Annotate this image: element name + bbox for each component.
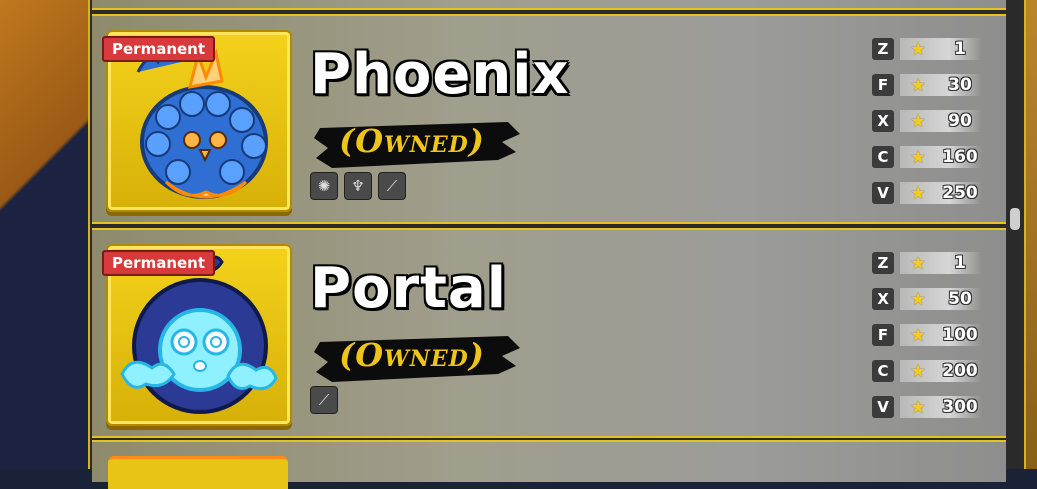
fruit-name: Portal bbox=[310, 256, 507, 321]
move-level: 30 bbox=[948, 75, 972, 95]
move-key: Z bbox=[872, 252, 894, 274]
move-key: V bbox=[872, 396, 894, 418]
gear-icon: ✺ bbox=[310, 172, 338, 200]
star-icon: ★ bbox=[910, 39, 927, 60]
move-key: C bbox=[872, 146, 894, 168]
move-row: C ★ 200 bbox=[872, 358, 992, 394]
move-list: Z ★ 1 F ★ 30 X ★ 90 C ★ 160 V ★ 250 bbox=[872, 36, 992, 216]
owned-status: (Owned) bbox=[339, 122, 485, 160]
move-level: 50 bbox=[948, 289, 972, 309]
fruit-name: Phoenix bbox=[310, 42, 570, 107]
move-key: C bbox=[872, 360, 894, 382]
move-level: 100 bbox=[942, 325, 978, 345]
move-key: F bbox=[872, 74, 894, 96]
level-bar: ★ 1 bbox=[900, 38, 982, 60]
star-icon: ★ bbox=[910, 147, 927, 168]
move-level: 250 bbox=[942, 183, 978, 203]
owned-banner: (Owned) bbox=[312, 330, 524, 386]
star-icon: ★ bbox=[910, 75, 927, 96]
move-row: X ★ 50 bbox=[872, 286, 992, 322]
star-icon: ★ bbox=[910, 397, 927, 418]
move-key: F bbox=[872, 324, 894, 346]
level-bar: ★ 300 bbox=[900, 396, 982, 418]
star-icon: ★ bbox=[910, 289, 927, 310]
move-row: F ★ 100 bbox=[872, 322, 992, 358]
move-row: V ★ 250 bbox=[872, 180, 992, 216]
fruit-card-portal[interactable]: Permanent Portal (Owned) ⟋ Z ★ 1 X ★ 50 F … bbox=[92, 228, 1006, 438]
scrollbar-thumb[interactable] bbox=[1010, 208, 1020, 230]
fruit-card-partial-bottom[interactable] bbox=[92, 440, 1006, 489]
ability-icons: ⟋ bbox=[310, 386, 338, 414]
move-key: X bbox=[872, 288, 894, 310]
owned-status: (Owned) bbox=[339, 336, 485, 374]
fruit-card-phoenix[interactable]: Permanent Phoenix (Owned) ✺ ♆ ⟋ Z ★ 1 F ★… bbox=[92, 14, 1006, 224]
fruit-card-partial-top[interactable] bbox=[92, 0, 1006, 10]
level-bar: ★ 90 bbox=[900, 110, 982, 132]
move-level: 90 bbox=[948, 111, 972, 131]
star-icon: ★ bbox=[910, 111, 927, 132]
level-bar: ★ 50 bbox=[900, 288, 982, 310]
level-bar: ★ 200 bbox=[900, 360, 982, 382]
permanent-badge: Permanent bbox=[102, 36, 216, 62]
move-level: 300 bbox=[942, 397, 978, 417]
move-row: X ★ 90 bbox=[872, 108, 992, 144]
move-row: C ★ 160 bbox=[872, 144, 992, 180]
move-row: Z ★ 1 bbox=[872, 250, 992, 286]
level-bar: ★ 160 bbox=[900, 146, 982, 168]
star-icon: ★ bbox=[910, 253, 927, 274]
fruit-list-panel: Permanent Phoenix (Owned) ✺ ♆ ⟋ Z ★ 1 F ★… bbox=[88, 0, 1026, 489]
permanent-badge: Permanent bbox=[102, 250, 216, 276]
ability-icons: ✺ ♆ ⟋ bbox=[310, 172, 406, 200]
slash-icon: ⟋ bbox=[378, 172, 406, 200]
ember-icon: ♆ bbox=[344, 172, 372, 200]
move-row: V ★ 300 bbox=[872, 394, 992, 430]
star-icon: ★ bbox=[910, 183, 927, 204]
level-bar: ★ 30 bbox=[900, 74, 982, 96]
move-key: X bbox=[872, 110, 894, 132]
scrollbar[interactable] bbox=[1008, 0, 1022, 469]
move-row: Z ★ 1 bbox=[872, 36, 992, 72]
move-level: 1 bbox=[954, 39, 966, 59]
move-level: 200 bbox=[942, 361, 978, 381]
move-row: F ★ 30 bbox=[872, 72, 992, 108]
slash-icon: ⟋ bbox=[310, 386, 338, 414]
level-bar: ★ 1 bbox=[900, 252, 982, 274]
owned-banner: (Owned) bbox=[312, 116, 524, 172]
move-key: Z bbox=[872, 38, 894, 60]
move-list: Z ★ 1 X ★ 50 F ★ 100 C ★ 200 V ★ 300 bbox=[872, 250, 992, 430]
level-bar: ★ 100 bbox=[900, 324, 982, 346]
star-icon: ★ bbox=[910, 361, 927, 382]
move-key: V bbox=[872, 182, 894, 204]
move-level: 1 bbox=[954, 253, 966, 273]
fruit-icon-frame bbox=[108, 456, 288, 489]
level-bar: ★ 250 bbox=[900, 182, 982, 204]
move-level: 160 bbox=[942, 147, 978, 167]
star-icon: ★ bbox=[910, 325, 927, 346]
